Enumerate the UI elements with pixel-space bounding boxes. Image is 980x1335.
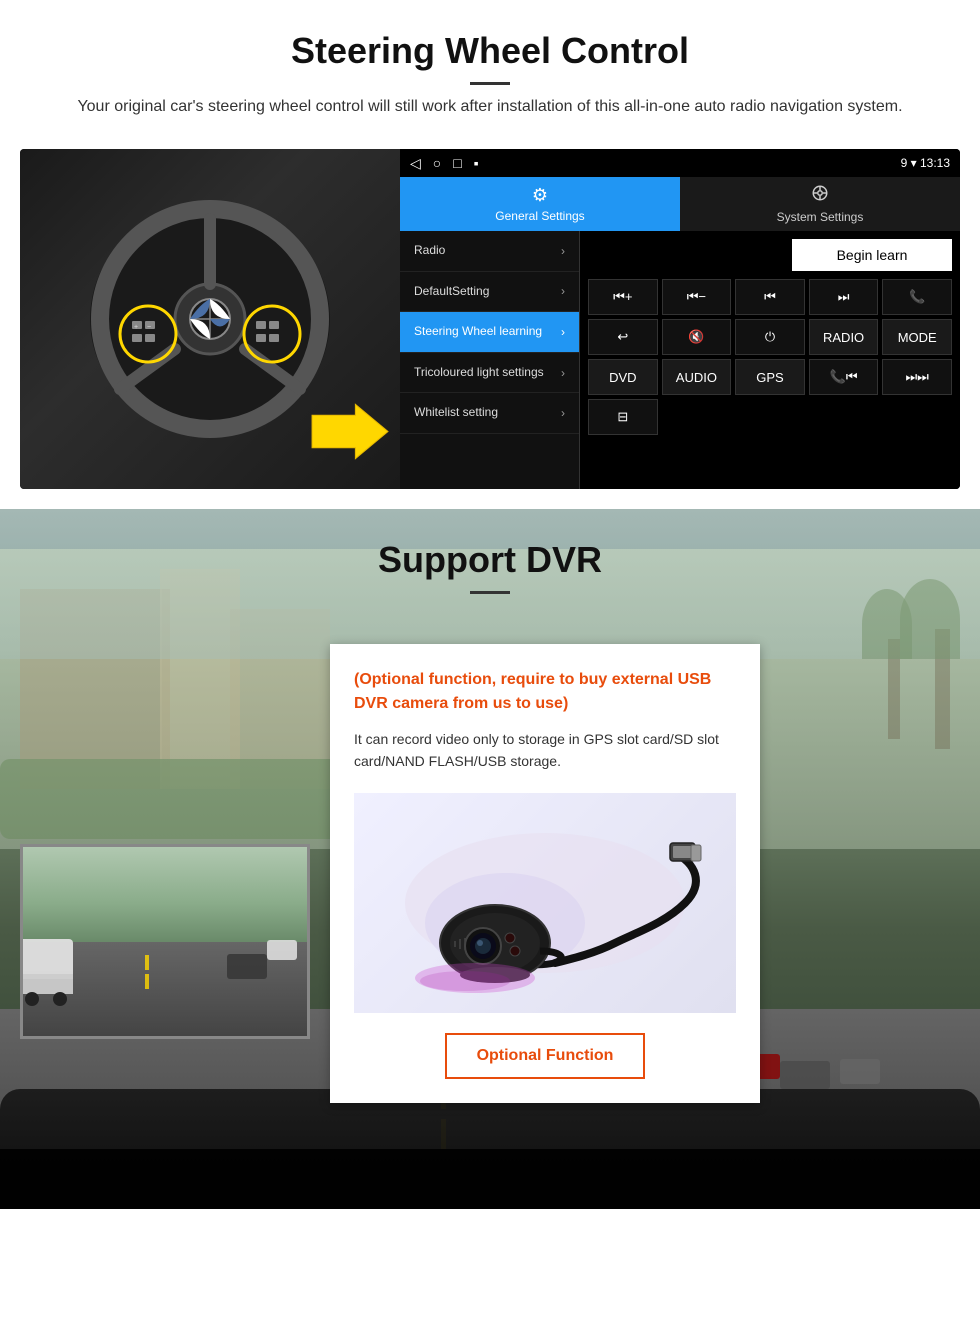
- steering-title: Steering Wheel Control: [20, 30, 960, 72]
- chevron-icon-2: ›: [561, 284, 565, 298]
- ctrl-prev[interactable]: ⏮: [735, 279, 805, 315]
- menu-steering-label: Steering Wheel learning: [414, 324, 542, 340]
- ctrl-phone[interactable]: 📞: [882, 279, 952, 315]
- steering-ui-container: + −: [20, 149, 960, 489]
- ctrl-mode[interactable]: MODE: [882, 319, 952, 355]
- dvr-section: Support DVR: [0, 509, 980, 1209]
- status-bar-left: ◁ ○ □ ▪: [410, 155, 479, 172]
- status-bar-right: 9 ▾ 13:13: [901, 156, 950, 170]
- back-icon: ◁: [410, 155, 421, 172]
- settings-main: Radio › DefaultSetting › Steering Wheel …: [400, 231, 960, 489]
- gear-icon: ⚙: [532, 185, 548, 206]
- optional-function-button[interactable]: Optional Function: [445, 1033, 646, 1079]
- svg-text:+: +: [134, 324, 138, 331]
- chevron-icon-5: ›: [561, 406, 565, 420]
- status-icons: 9 ▾: [901, 156, 920, 170]
- ctrl-vol-down[interactable]: ⏮−: [662, 279, 732, 315]
- dvr-camera-svg: [355, 803, 735, 1003]
- dvr-camera-image: [354, 793, 736, 1013]
- menu-tricoloured-light[interactable]: Tricoloured light settings ›: [400, 353, 579, 394]
- svg-text:−: −: [147, 324, 151, 331]
- ctrl-phone-prev[interactable]: 📞⏮: [809, 359, 879, 395]
- media-icon: ▪: [474, 155, 479, 172]
- recents-icon: □: [453, 155, 461, 172]
- ctrl-dvd[interactable]: DVD: [588, 359, 658, 395]
- control-grid: ⏮+ ⏮− ⏮ ⏭ 📞 ↩ 🔇 ⏻ RADIO MODE DVD AUDIO: [588, 279, 952, 435]
- status-bar: ◁ ○ □ ▪ 9 ▾ 13:13: [400, 149, 960, 177]
- chevron-icon-3: ›: [561, 325, 565, 339]
- header-divider: [470, 82, 510, 85]
- tab-system-settings[interactable]: System Settings: [680, 177, 960, 231]
- tab-system-label: System Settings: [777, 210, 864, 224]
- ctrl-audio[interactable]: AUDIO: [662, 359, 732, 395]
- home-icon: ○: [433, 155, 441, 172]
- menu-default-label: DefaultSetting: [414, 284, 489, 300]
- right-panel: Begin learn ⏮+ ⏮− ⏮ ⏭ 📞 ↩ 🔇 ⏻ RADIO: [580, 231, 960, 489]
- ctrl-gps[interactable]: GPS: [735, 359, 805, 395]
- menu-steering-wheel-learning[interactable]: Steering Wheel learning ›: [400, 312, 579, 353]
- android-ui: ◁ ○ □ ▪ 9 ▾ 13:13 ⚙ General Settings: [400, 149, 960, 489]
- menu-whitelist-label: Whitelist setting: [414, 405, 498, 421]
- dvr-description: It can record video only to storage in G…: [354, 728, 736, 773]
- settings-menu: Radio › DefaultSetting › Steering Wheel …: [400, 231, 580, 489]
- dvr-info-card: (Optional function, require to buy exter…: [330, 644, 760, 1103]
- tab-general-label: General Settings: [495, 209, 584, 223]
- ctrl-hangup[interactable]: ↩: [588, 319, 658, 355]
- steering-header: Steering Wheel Control Your original car…: [0, 0, 980, 129]
- dvr-title: Support DVR: [20, 539, 960, 581]
- chevron-icon-4: ›: [561, 366, 565, 380]
- steering-description: Your original car's steering wheel contr…: [60, 95, 920, 119]
- ctrl-next[interactable]: ⏭: [809, 279, 879, 315]
- ctrl-power[interactable]: ⏻: [735, 319, 805, 355]
- dvr-section-content: Support DVR: [0, 509, 980, 1123]
- dvr-optional-text: (Optional function, require to buy exter…: [354, 668, 736, 716]
- tab-bar[interactable]: ⚙ General Settings Syste: [400, 177, 960, 231]
- begin-learn-button[interactable]: Begin learn: [792, 239, 952, 271]
- ctrl-mute[interactable]: 🔇: [662, 319, 732, 355]
- chevron-icon: ›: [561, 244, 565, 258]
- menu-radio[interactable]: Radio ›: [400, 231, 579, 272]
- steering-section: Steering Wheel Control Your original car…: [0, 0, 980, 489]
- dvr-thumbnail: [20, 844, 310, 1039]
- menu-radio-label: Radio: [414, 243, 445, 259]
- system-icon: [811, 184, 829, 207]
- dvr-divider: [470, 591, 510, 594]
- menu-default-setting[interactable]: DefaultSetting ›: [400, 272, 579, 313]
- arrow-icon: [305, 399, 395, 464]
- dvr-header: Support DVR: [0, 509, 980, 624]
- steering-wheel-photo: + −: [20, 149, 400, 489]
- ctrl-extra[interactable]: ⊟: [588, 399, 658, 435]
- menu-whitelist[interactable]: Whitelist setting ›: [400, 393, 579, 434]
- tab-general-settings[interactable]: ⚙ General Settings: [400, 177, 680, 231]
- ctrl-radio[interactable]: RADIO: [809, 319, 879, 355]
- clock: 13:13: [920, 156, 950, 170]
- dvr-content-area: (Optional function, require to buy exter…: [0, 624, 980, 1123]
- begin-learn-row: Begin learn: [588, 239, 952, 271]
- ctrl-phone-next[interactable]: ⏭⏭: [882, 359, 952, 395]
- menu-tricoloured-label: Tricoloured light settings: [414, 365, 544, 381]
- ctrl-vol-up[interactable]: ⏮+: [588, 279, 658, 315]
